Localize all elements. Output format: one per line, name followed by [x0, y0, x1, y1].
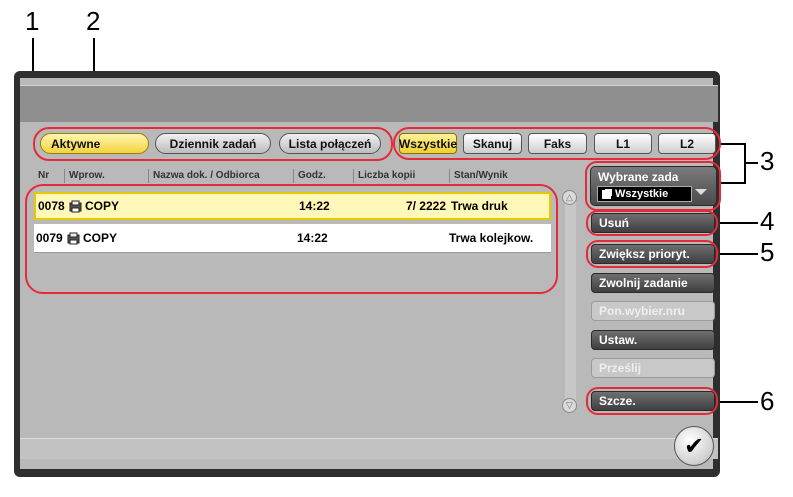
column-header-status: Stan/Wynik [449, 169, 552, 183]
highlight-details [586, 387, 718, 415]
dest-recall-button: Pon.wybier.nru [591, 301, 715, 321]
highlight-selected-jobs [585, 161, 721, 211]
callout-1: 1 [25, 6, 40, 36]
callout-5: 5 [760, 237, 775, 267]
callout-line-4 [718, 222, 758, 224]
callout-3: 3 [760, 146, 775, 176]
scroll-down-icon[interactable]: ▽ [562, 398, 577, 413]
callout-line-5 [718, 253, 758, 255]
highlight-delete [586, 210, 718, 236]
release-job-button[interactable]: Zwolnij zadanie [591, 273, 715, 293]
scroll-up-icon[interactable]: △ [562, 190, 577, 205]
callout-line-6 [718, 401, 758, 403]
callout-line-3a [720, 143, 744, 145]
send-button: Prześlij [591, 358, 715, 378]
callout-line-3c [720, 182, 746, 184]
settings-button[interactable]: Ustaw. [591, 330, 715, 350]
message-bar [20, 85, 718, 122]
callout-4: 4 [760, 206, 775, 236]
status-bar [20, 438, 718, 459]
column-header-input: Wprow. [64, 169, 148, 183]
job-list-scrollbar[interactable] [565, 196, 576, 405]
highlight-filters [393, 127, 721, 160]
column-header-nr: Nr [38, 170, 50, 181]
highlight-tabs [33, 127, 393, 161]
callout-6: 6 [760, 386, 775, 416]
column-header-copies: Liczba kopii [353, 169, 449, 183]
callout-line-3d [744, 162, 758, 164]
highlight-job-list [25, 184, 558, 294]
callout-2: 2 [86, 6, 101, 36]
check-icon[interactable]: ✔ [674, 426, 714, 466]
column-header-name: Nazwa dok. / Odbiorca [148, 169, 293, 183]
column-header-time: Godz. [293, 169, 353, 183]
highlight-raise-priority [586, 240, 718, 268]
